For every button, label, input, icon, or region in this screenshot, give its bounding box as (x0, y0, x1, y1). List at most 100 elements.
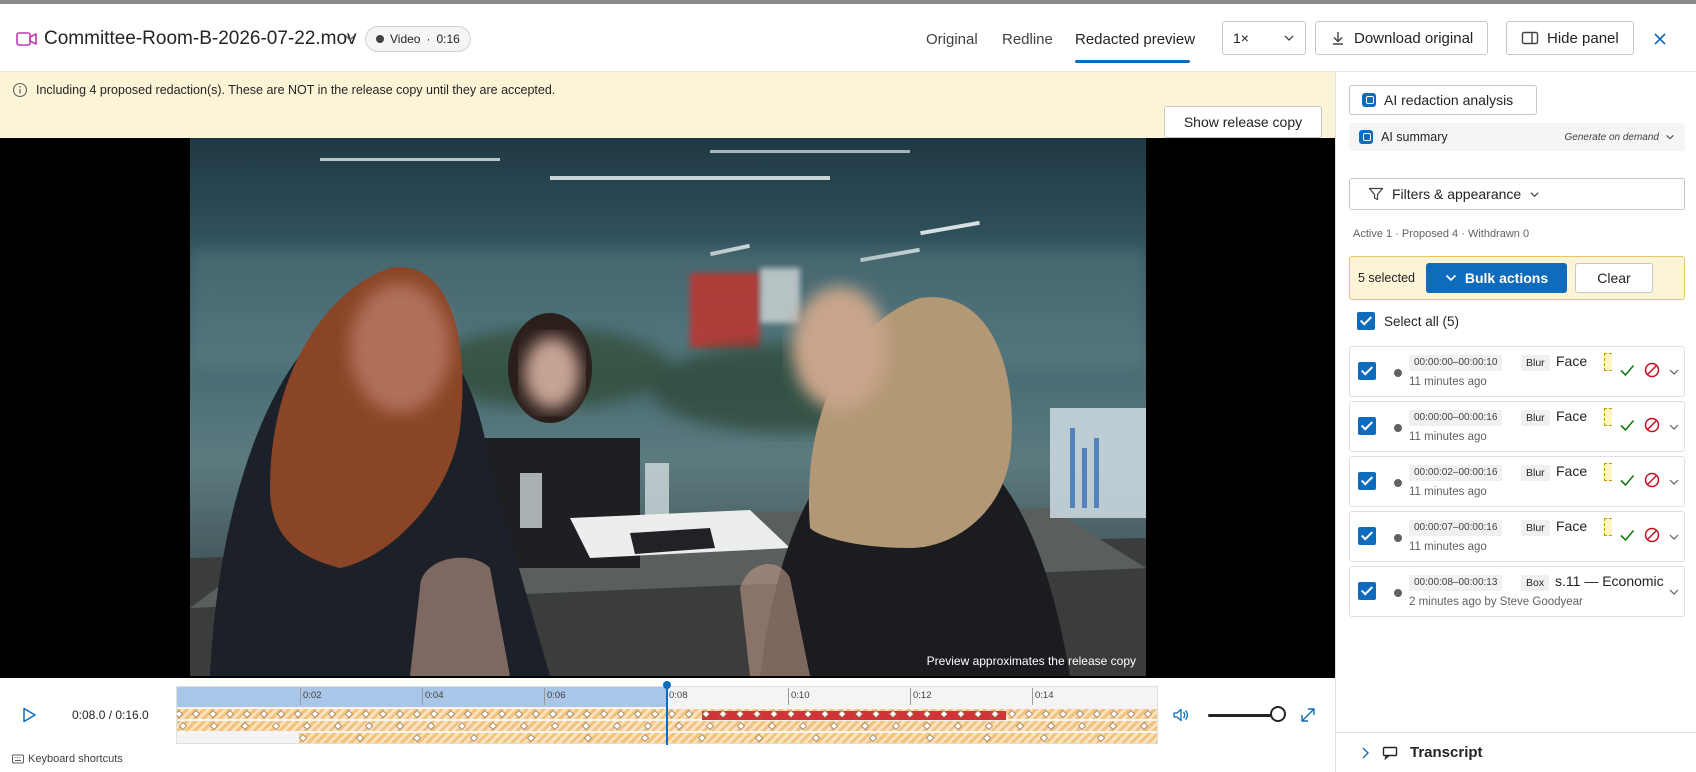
expand-chevron-icon[interactable] (1668, 366, 1680, 378)
keyframe-marker[interactable] (412, 733, 422, 743)
show-release-copy-button[interactable]: Show release copy (1164, 106, 1322, 138)
keyframe-marker[interactable] (798, 721, 808, 731)
keyframe-marker[interactable] (208, 709, 218, 719)
keyframe-marker[interactable] (674, 721, 684, 731)
keyframe-marker[interactable] (240, 721, 250, 731)
keyframe-marker[interactable] (271, 721, 281, 731)
keyframe-marker[interactable] (276, 709, 286, 719)
play-icon[interactable] (20, 706, 38, 724)
keyframe-marker[interactable] (581, 721, 591, 731)
keyframe-marker[interactable] (705, 721, 715, 731)
keyframe-marker[interactable] (956, 709, 966, 719)
keyframe-marker[interactable] (854, 709, 864, 719)
keyframe-marker[interactable] (860, 721, 870, 731)
keyframe-marker[interactable] (1126, 709, 1136, 719)
file-name[interactable]: Committee-Room-B-2026-07-22.mov (44, 28, 357, 50)
ai-summary-generate[interactable]: Generate on demand (1564, 132, 1675, 143)
keyframe-marker[interactable] (191, 709, 201, 719)
keyframe-marker[interactable] (767, 721, 777, 731)
keyframe-marker[interactable] (684, 709, 694, 719)
keyframe-marker[interactable] (905, 709, 915, 719)
keyframe-marker[interactable] (925, 733, 935, 743)
keyframe-marker[interactable] (1092, 709, 1102, 719)
redaction-timeline[interactable]: 0:02 0:04 0:06 0:08 0:10 0:12 0:14 (176, 681, 1158, 745)
keyframe-marker[interactable] (302, 721, 312, 731)
reject-icon[interactable] (1643, 416, 1661, 434)
keyframe-marker[interactable] (650, 709, 660, 719)
keyframe-marker[interactable] (891, 721, 901, 731)
reject-icon[interactable] (1643, 471, 1661, 489)
keyframe-marker[interactable] (178, 721, 188, 731)
expand-chevron-icon[interactable] (1668, 586, 1680, 598)
reject-icon[interactable] (1643, 526, 1661, 544)
keyframe-marker[interactable] (1077, 721, 1087, 731)
keyframe-marker[interactable] (868, 733, 878, 743)
transcript-section[interactable]: Transcript (1336, 732, 1696, 772)
volume-icon[interactable] (1171, 706, 1189, 724)
file-menu-chevron-icon[interactable] (344, 32, 356, 44)
keyframe-marker[interactable] (378, 709, 388, 719)
keyframe-marker[interactable] (1139, 721, 1149, 731)
keyframe-marker[interactable] (565, 709, 575, 719)
expand-chevron-icon[interactable] (1668, 531, 1680, 543)
redaction-item[interactable]: 00:00:07–00:00:16 Blur Face 11 minutes a… (1349, 511, 1685, 562)
keyframe-marker[interactable] (953, 721, 963, 731)
ai-redaction-analysis-button[interactable]: AI redaction analysis (1349, 85, 1537, 115)
redaction-checkbox[interactable] (1358, 472, 1376, 490)
volume-slider-handle[interactable] (1270, 706, 1286, 722)
keyframe-marker[interactable] (344, 709, 354, 719)
keyframe-marker[interactable] (599, 709, 609, 719)
reject-icon[interactable] (1643, 361, 1661, 379)
keyframe-marker[interactable] (550, 721, 560, 731)
keyframe-marker[interactable] (395, 709, 405, 719)
keyframe-marker[interactable] (633, 709, 643, 719)
select-all-checkbox[interactable]: Select all (5) (1357, 312, 1459, 330)
keyframe-marker[interactable] (1007, 709, 1017, 719)
keyframe-marker[interactable] (514, 709, 524, 719)
keyframe-marker[interactable] (643, 721, 653, 731)
keyframe-marker[interactable] (259, 709, 269, 719)
keyframe-marker[interactable] (786, 709, 796, 719)
keyframe-marker[interactable] (327, 709, 337, 719)
keyframe-marker[interactable] (735, 709, 745, 719)
tab-original[interactable]: Original (926, 31, 978, 48)
keyframe-marker[interactable] (701, 709, 711, 719)
keyframe-marker[interactable] (888, 709, 898, 719)
keyboard-shortcuts-link[interactable]: Keyboard shortcuts (12, 753, 123, 765)
keyframe-marker[interactable] (973, 709, 983, 719)
keyframe-marker[interactable] (177, 709, 184, 719)
redaction-checkbox[interactable] (1358, 527, 1376, 545)
keyframe-marker[interactable] (429, 709, 439, 719)
keyframe-marker[interactable] (548, 709, 558, 719)
keyframe-marker[interactable] (395, 721, 405, 731)
playback-speed-select[interactable]: 1× (1222, 21, 1306, 55)
keyframe-marker[interactable] (769, 709, 779, 719)
keyframe-marker[interactable] (922, 721, 932, 731)
keyframe-marker[interactable] (752, 709, 762, 719)
keyframe-marker[interactable] (990, 709, 1000, 719)
playhead[interactable] (666, 683, 668, 745)
keyframe-marker[interactable] (736, 721, 746, 731)
keyframe-marker[interactable] (982, 733, 992, 743)
keyframe-marker[interactable] (1143, 709, 1153, 719)
keyframe-marker[interactable] (582, 709, 592, 719)
redaction-item[interactable]: 00:00:08–00:00:13 Box s.11 — Economic 2 … (1349, 566, 1685, 617)
redaction-item[interactable]: 00:00:00–00:00:16 Blur Face 11 minutes a… (1349, 401, 1685, 452)
keyframe-marker[interactable] (298, 733, 308, 743)
tab-redline[interactable]: Redline (1002, 31, 1053, 48)
keyframe-marker[interactable] (697, 733, 707, 743)
tab-redacted-preview[interactable]: Redacted preview (1075, 31, 1195, 48)
redaction-checkbox[interactable] (1358, 582, 1376, 600)
ai-summary-row[interactable]: AI summary Generate on demand (1349, 123, 1685, 151)
playhead-handle[interactable] (663, 681, 671, 689)
accept-check-icon[interactable] (1618, 471, 1636, 489)
keyframe-marker[interactable] (1024, 709, 1034, 719)
keyframe-marker[interactable] (480, 709, 490, 719)
keyframe-marker[interactable] (829, 721, 839, 731)
keyframe-marker[interactable] (497, 709, 507, 719)
bulk-actions-button[interactable]: Bulk actions (1426, 263, 1567, 293)
keyframe-marker[interactable] (820, 709, 830, 719)
keyframe-marker[interactable] (811, 733, 821, 743)
filters-appearance-button[interactable]: Filters & appearance (1349, 178, 1685, 210)
keyframe-marker[interactable] (1075, 709, 1085, 719)
